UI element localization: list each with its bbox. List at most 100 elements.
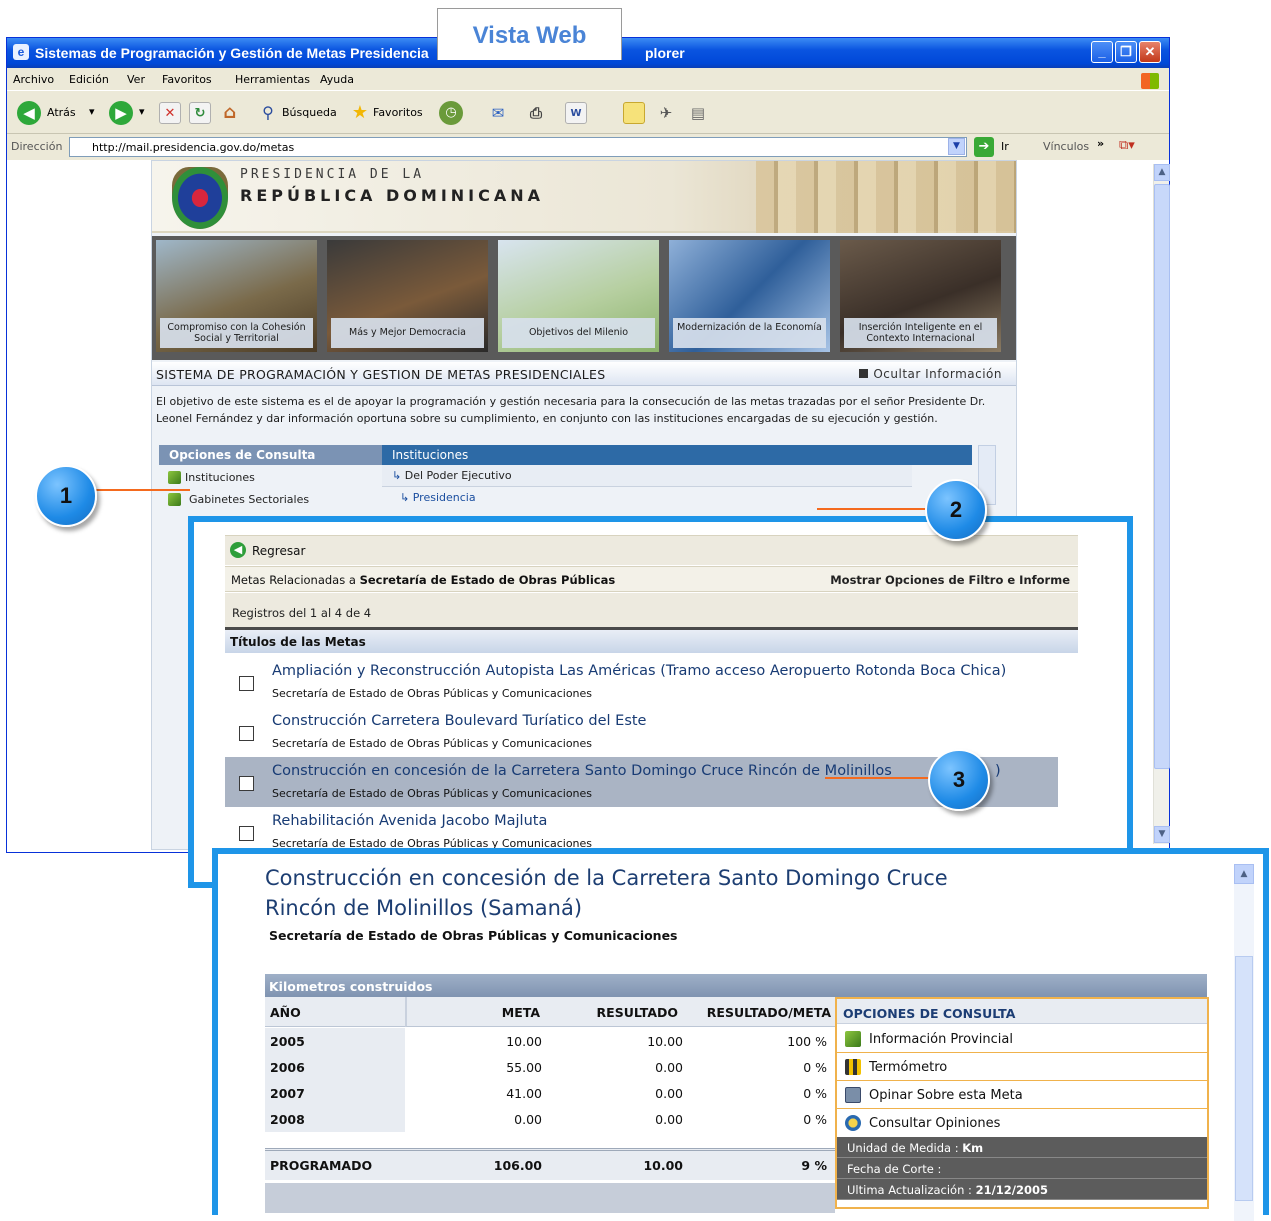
meta-title[interactable]: Construcción Carretera Boulevard Turíati…	[272, 713, 646, 729]
sub-arrow-icon: ↳	[392, 469, 405, 482]
edit-icon[interactable]: W	[565, 102, 587, 124]
go-arrow-icon[interactable]: ➔	[974, 137, 994, 157]
banner-insercion[interactable]: Inserción Inteligente en el Contexto Int…	[840, 240, 1001, 352]
arrow-icon	[168, 471, 181, 484]
history-icon[interactable]: ◷	[439, 101, 463, 125]
row-year: 2008	[265, 1106, 405, 1132]
mail-icon[interactable]: ✉	[487, 102, 509, 124]
meta-detail-panel: Construcción en concesión de la Carreter…	[212, 848, 1269, 1221]
meta-row[interactable]: Construcción Carretera Boulevard Turíati…	[225, 707, 1058, 757]
building-image	[756, 161, 1016, 233]
refresh-icon[interactable]: ↻	[189, 102, 211, 124]
stop-icon[interactable]: ✕	[159, 102, 181, 124]
forward-dropdown-icon[interactable]: ▾	[139, 105, 145, 118]
meta-title[interactable]: Ampliación y Reconstrucción Autopista La…	[272, 663, 1006, 679]
hide-info-label: Ocultar Información	[873, 367, 1002, 381]
row-year: 2007	[265, 1080, 405, 1106]
institution-item[interactable]: ↳ Presidencia	[382, 487, 972, 507]
banner-caption: Más y Mejor Democracia	[331, 318, 484, 348]
menu-favoritos[interactable]: Favoritos	[162, 73, 212, 86]
vertical-scrollbar[interactable]: ▲ ▼	[1153, 164, 1170, 844]
back-arrow-icon[interactable]: ◀	[230, 542, 246, 558]
option-thermometer[interactable]: Termómetro	[837, 1053, 1207, 1081]
meta-checkbox[interactable]	[239, 676, 254, 691]
menu-edicion[interactable]: Edición	[69, 73, 109, 86]
option-label: Información Provincial	[869, 1032, 1013, 1047]
address-bar: Dirección http://mail.presidencia.gov.do…	[7, 134, 1169, 160]
search-icon[interactable]: ⚲	[257, 102, 279, 124]
hide-info-link[interactable]: Ocultar Información	[859, 367, 1002, 381]
meta-title[interactable]: Rehabilitación Avenida Jacobo Majluta	[272, 813, 547, 829]
restore-icon[interactable]: ❐	[1115, 41, 1137, 63]
meta-row[interactable]: Ampliación y Reconstrucción Autopista La…	[225, 657, 1058, 707]
arrow-icon	[845, 1031, 861, 1047]
ie-icon: e	[13, 44, 29, 60]
search-label[interactable]: Búsqueda	[282, 106, 337, 119]
links-label[interactable]: Vínculos	[1043, 140, 1089, 153]
filter-options-link[interactable]: Mostrar Opciones de Filtro e Informe	[830, 573, 1070, 587]
home-icon[interactable]: ⌂	[219, 102, 241, 124]
option-label: Consultar Opiniones	[869, 1116, 1001, 1131]
menu-ver[interactable]: Ver	[127, 73, 145, 86]
update-value: 21/12/2005	[975, 1183, 1048, 1197]
last-update: Ultima Actualización : 21/12/2005	[837, 1179, 1207, 1200]
related-entity: Secretaría de Estado de Obras Públicas	[359, 573, 616, 587]
back-icon[interactable]: ◀	[17, 101, 41, 125]
address-input[interactable]: http://mail.presidencia.gov.do/metas	[69, 137, 967, 157]
option-provincial[interactable]: Información Provincial	[837, 1025, 1207, 1053]
meta-checkbox[interactable]	[239, 726, 254, 741]
menu-archivo[interactable]: Archivo	[13, 73, 54, 86]
print-icon[interactable]: ⎙	[525, 102, 547, 124]
discuss-icon[interactable]	[623, 102, 645, 124]
vista-web-label: Vista Web	[437, 8, 622, 60]
back-dropdown-icon[interactable]: ▾	[89, 105, 95, 118]
address-dropdown-icon[interactable]: ▼	[948, 138, 965, 155]
forward-icon[interactable]: ▶	[109, 101, 133, 125]
option-consultar[interactable]: Consultar Opiniones	[837, 1109, 1207, 1137]
table-footer	[265, 1183, 835, 1213]
callout-3: 3	[928, 749, 990, 811]
favorites-icon[interactable]: ★	[349, 102, 371, 124]
meta-title-end: )	[995, 763, 1001, 779]
close-icon[interactable]: ✕	[1139, 41, 1161, 63]
cut-label: Fecha de Corte :	[847, 1162, 942, 1176]
back-label[interactable]: Atrás	[47, 106, 76, 119]
scroll-up-icon[interactable]: ▲	[1154, 164, 1170, 181]
windows-logo-icon	[1141, 73, 1159, 89]
menu-bar: Archivo Edición Ver Favoritos Herramient…	[7, 68, 1169, 90]
favorites-label[interactable]: Favoritos	[373, 106, 423, 119]
links-chevron-icon[interactable]: »	[1097, 137, 1104, 150]
pdf-tool-icon[interactable]: ⧉▾	[1119, 138, 1135, 153]
scroll-thumb[interactable]	[1235, 956, 1253, 1201]
research-icon[interactable]: ▤	[687, 102, 709, 124]
minimize-icon[interactable]: _	[1091, 41, 1113, 63]
scroll-down-icon[interactable]: ▼	[1154, 826, 1170, 843]
detail-scrollbar[interactable]: ▲	[1234, 864, 1254, 1221]
go-label[interactable]: Ir	[1001, 140, 1009, 153]
scroll-up-icon[interactable]: ▲	[1234, 864, 1254, 884]
row-result: 10.00	[647, 1034, 683, 1049]
banner-milenio[interactable]: Objetivos del Milenio	[498, 240, 659, 352]
scroll-thumb[interactable]	[1154, 184, 1170, 769]
titles-header: Títulos de las Metas	[225, 627, 1078, 653]
total-label: PROGRAMADO	[270, 1158, 373, 1173]
menu-ayuda[interactable]: Ayuda	[320, 73, 354, 86]
messenger-icon[interactable]: ✈	[655, 102, 677, 124]
back-link[interactable]: Regresar	[252, 544, 305, 558]
menu-herramientas[interactable]: Herramientas	[235, 73, 310, 86]
meta-title[interactable]: Construcción en concesión de la Carreter…	[272, 763, 892, 779]
related-text: Metas Relacionadas a Secretaría de Estad…	[231, 573, 615, 587]
meta-checkbox[interactable]	[239, 826, 254, 841]
meta-checkbox[interactable]	[239, 776, 254, 791]
option-opinar[interactable]: Opinar Sobre esta Meta	[837, 1081, 1207, 1109]
unit-label: Unidad de Medida :	[847, 1141, 959, 1155]
detail-institution: Secretaría de Estado de Obras Públicas y…	[269, 928, 678, 943]
query-options-title: OPCIONES DE CONSULTA	[837, 999, 1207, 1024]
institution-item[interactable]: ↳ Del Poder Ejecutivo	[382, 465, 912, 487]
banner-cohesion[interactable]: Compromiso con la Cohesión Social y Terr…	[156, 240, 317, 352]
banner-caption: Objetivos del Milenio	[502, 318, 655, 348]
banner-economia[interactable]: Modernización de la Economía	[669, 240, 830, 352]
callout-2: 2	[925, 479, 987, 541]
presidency-bottom-text: REPÚBLICA DOMINICANA	[240, 186, 545, 205]
banner-democracia[interactable]: Más y Mejor Democracia	[327, 240, 488, 352]
